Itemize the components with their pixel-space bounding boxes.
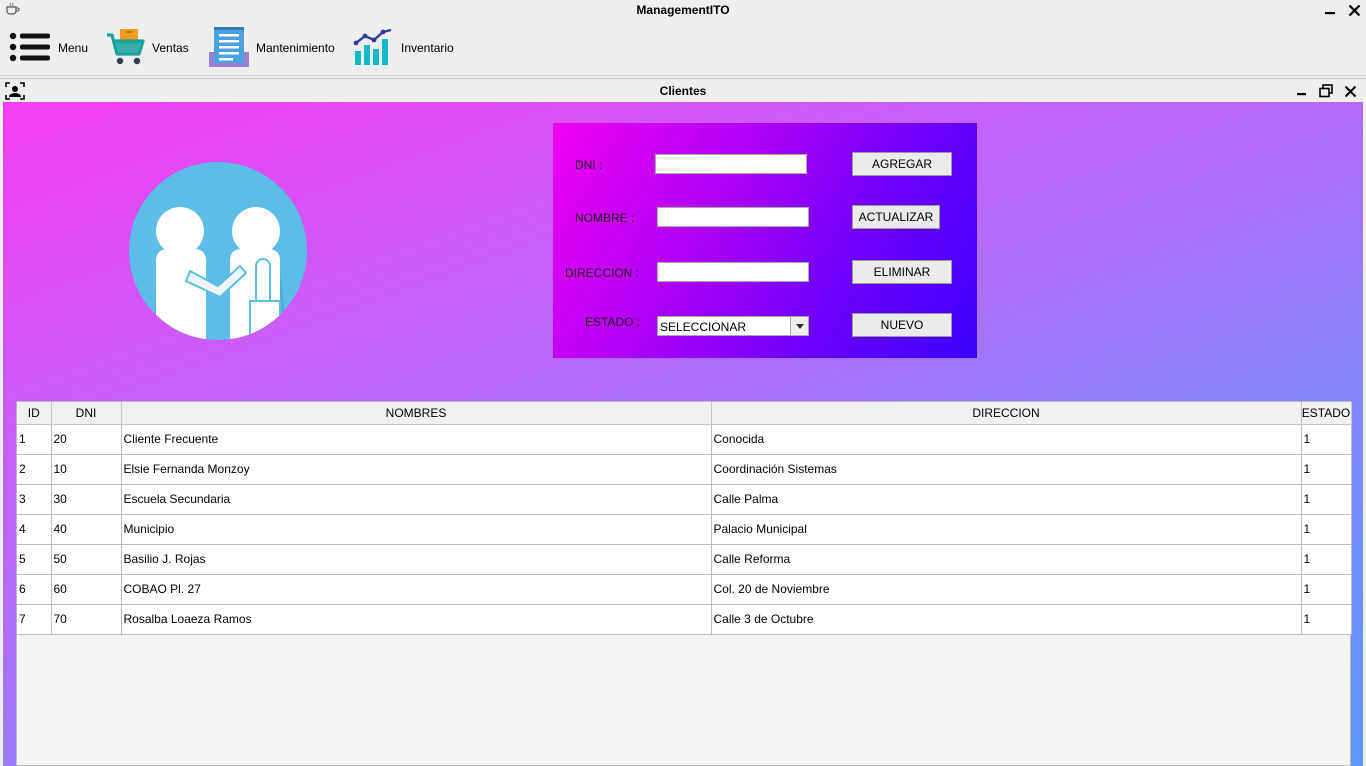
shopping-cart-icon xyxy=(106,27,146,70)
frame-close-button[interactable] xyxy=(1340,81,1360,101)
table-row[interactable]: 1 20 Cliente Frecuente Conocida 1 xyxy=(17,424,1352,455)
close-icon xyxy=(1344,85,1356,97)
minimize-button[interactable] xyxy=(1320,0,1340,20)
cell-direccion[interactable]: Palacio Municipal xyxy=(711,514,1302,545)
cell-nombres[interactable]: Escuela Secundaria xyxy=(121,484,712,515)
cell-estado[interactable]: 1 xyxy=(1301,544,1352,575)
cell-dni[interactable]: 70 xyxy=(51,604,122,635)
table-row[interactable]: 6 60 COBAO Pl. 27 Col. 20 de Noviembre 1 xyxy=(17,574,1352,605)
table-header-row: ID DNI NOMBRES DIRECCION ESTADO xyxy=(17,402,1352,425)
column-header-nombres[interactable]: NOMBRES xyxy=(121,402,712,425)
cell-dni[interactable]: 40 xyxy=(51,514,122,545)
cell-dni[interactable]: 50 xyxy=(51,544,122,575)
cell-nombres[interactable]: Rosalba Loaeza Ramos xyxy=(121,604,712,635)
menu-item-ventas[interactable]: Ventas xyxy=(106,26,189,70)
cell-direccion[interactable]: Calle 3 de Octubre xyxy=(711,604,1302,635)
cell-dni[interactable]: 30 xyxy=(51,484,122,515)
cell-direccion[interactable]: Coordinación Sistemas xyxy=(711,454,1302,485)
nombre-label: NOMBRE : xyxy=(575,211,635,225)
actualizar-button[interactable]: ACTUALIZAR xyxy=(852,205,940,229)
table-row[interactable]: 5 50 Basilio J. Rojas Calle Reforma 1 xyxy=(17,544,1352,575)
cell-id[interactable]: 4 xyxy=(17,514,52,545)
dni-label: DNI : xyxy=(575,158,603,172)
frame-minimize-button[interactable] xyxy=(1292,81,1312,101)
cell-id[interactable]: 5 xyxy=(17,544,52,575)
cell-dni[interactable]: 20 xyxy=(51,424,122,455)
cell-direccion[interactable]: Calle Reforma xyxy=(711,544,1302,575)
title-bar: ManagementITO xyxy=(0,0,1366,20)
cell-nombres[interactable]: Elsie Fernanda Monzoy xyxy=(121,454,712,485)
cell-nombres[interactable]: COBAO Pl. 27 xyxy=(121,574,712,605)
minimize-icon xyxy=(1325,12,1335,15)
direccion-input[interactable] xyxy=(657,262,809,282)
estado-select[interactable]: SELECCIONAR xyxy=(657,316,809,336)
cell-nombres[interactable]: Basilio J. Rojas xyxy=(121,544,712,575)
table-row[interactable]: 7 70 Rosalba Loaeza Ramos Calle 3 de Oct… xyxy=(17,604,1352,635)
table-row[interactable]: 3 30 Escuela Secundaria Calle Palma 1 xyxy=(17,484,1352,515)
minimize-icon xyxy=(1297,93,1306,96)
cell-direccion[interactable]: Conocida xyxy=(711,424,1302,455)
cell-estado[interactable]: 1 xyxy=(1301,484,1352,515)
document-list-icon xyxy=(208,26,250,71)
client-form-panel: DNI : NOMBRE : DIRECCION : ESTADO : SELE… xyxy=(553,123,977,358)
close-button[interactable] xyxy=(1344,0,1364,20)
cell-id[interactable]: 3 xyxy=(17,484,52,515)
clients-table-scrollpane[interactable]: ID DNI NOMBRES DIRECCION ESTADO 1 20 Cli… xyxy=(16,401,1352,766)
cell-nombres[interactable]: Municipio xyxy=(121,514,712,545)
table-row[interactable]: 4 40 Municipio Palacio Municipal 1 xyxy=(17,514,1352,545)
clients-table[interactable]: ID DNI NOMBRES DIRECCION ESTADO 1 20 Cli… xyxy=(17,402,1352,635)
agregar-button[interactable]: AGREGAR xyxy=(852,152,952,176)
cell-estado[interactable]: 1 xyxy=(1301,424,1352,455)
menu-item-label: Mantenimiento xyxy=(256,41,335,55)
clientes-panel: DNI : NOMBRE : DIRECCION : ESTADO : SELE… xyxy=(3,102,1363,766)
cell-nombres[interactable]: Cliente Frecuente xyxy=(121,424,712,455)
window-title: ManagementITO xyxy=(636,3,730,17)
eliminar-button[interactable]: ELIMINAR xyxy=(852,260,952,284)
menu-item-mantenimiento[interactable]: Mantenimiento xyxy=(208,26,335,70)
internal-frame-title-bar: Clientes xyxy=(0,78,1366,102)
internal-frame-title: Clientes xyxy=(659,84,707,98)
main-menu-bar: Menu Ventas Mantenimiento Inventario xyxy=(0,20,1366,76)
column-header-estado[interactable]: ESTADO xyxy=(1301,402,1352,425)
cell-id[interactable]: 6 xyxy=(17,574,52,605)
cell-estado[interactable]: 1 xyxy=(1301,604,1352,635)
restore-icon xyxy=(1319,84,1333,98)
bar-chart-icon xyxy=(353,27,395,70)
menu-item-label: Menu xyxy=(58,41,89,55)
column-header-id[interactable]: ID xyxy=(17,402,52,425)
column-header-dni[interactable]: DNI xyxy=(51,402,122,425)
column-header-direccion[interactable]: DIRECCION xyxy=(711,402,1302,425)
handshake-logo-icon xyxy=(128,161,308,341)
cell-estado[interactable]: 1 xyxy=(1301,574,1352,605)
nuevo-button[interactable]: NUEVO xyxy=(852,313,952,337)
frame-maximize-button[interactable] xyxy=(1316,81,1336,101)
cell-id[interactable]: 1 xyxy=(17,424,52,455)
cell-id[interactable]: 2 xyxy=(17,454,52,485)
nombre-input[interactable] xyxy=(657,207,809,227)
direccion-label: DIRECCION : xyxy=(565,266,640,280)
cell-direccion[interactable]: Calle Palma xyxy=(711,484,1302,515)
dni-input[interactable] xyxy=(655,154,807,174)
menu-item-label: Inventario xyxy=(401,41,454,55)
dropdown-arrow-icon[interactable] xyxy=(790,317,808,335)
cell-direccion[interactable]: Col. 20 de Noviembre xyxy=(711,574,1302,605)
estado-selected-value: SELECCIONAR xyxy=(660,320,747,334)
cell-estado[interactable]: 1 xyxy=(1301,514,1352,545)
estado-label: ESTADO : xyxy=(585,315,641,329)
hamburger-menu-icon xyxy=(8,29,52,68)
table-row[interactable]: 2 10 Elsie Fernanda Monzoy Coordinación … xyxy=(17,454,1352,485)
menu-item-menu[interactable]: Menu xyxy=(8,26,88,70)
menu-item-inventario[interactable]: Inventario xyxy=(353,26,454,70)
cell-dni[interactable]: 10 xyxy=(51,454,122,485)
cell-estado[interactable]: 1 xyxy=(1301,454,1352,485)
cell-dni[interactable]: 60 xyxy=(51,574,122,605)
menu-item-label: Ventas xyxy=(152,41,189,55)
cell-id[interactable]: 7 xyxy=(17,604,52,635)
close-icon xyxy=(1348,4,1360,16)
